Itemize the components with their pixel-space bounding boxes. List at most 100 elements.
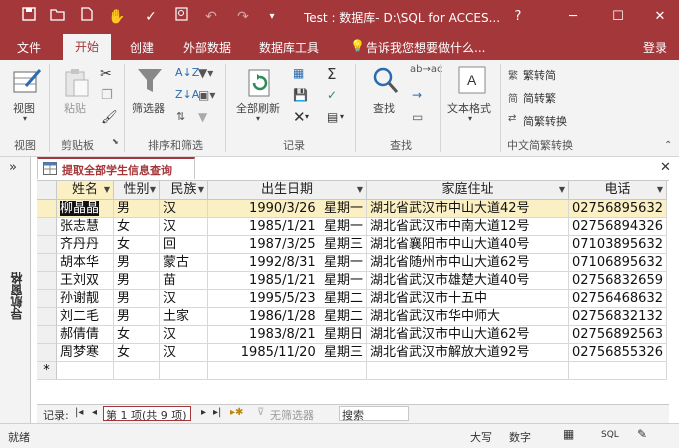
goto-icon[interactable]: → — [412, 88, 422, 102]
trad-to-simp-button[interactable]: 繁转简 — [523, 67, 556, 83]
customize-qat-icon[interactable]: ▾ — [262, 7, 282, 27]
table-cell[interactable]: 1985/11/20 星期三 — [208, 344, 367, 362]
table-cell[interactable]: 男 — [114, 290, 160, 308]
column-header-birthdate[interactable]: 出生日期 ▼ — [208, 181, 367, 200]
new-record-cell[interactable] — [208, 362, 367, 380]
navigation-pane[interactable]: » 导航窗格 — [0, 157, 31, 423]
column-header-gender[interactable]: 性别 ▼ — [114, 181, 160, 200]
table-cell[interactable]: 02756832659 — [569, 272, 667, 290]
sort-dropdown-icon[interactable]: ▼ — [150, 181, 156, 199]
select-all-corner[interactable] — [37, 181, 57, 200]
tell-me-box[interactable]: 告诉我您想要做什么... — [366, 39, 485, 56]
copy-icon[interactable]: ❐ — [101, 88, 113, 103]
table-cell[interactable]: 齐丹丹 — [57, 236, 114, 254]
magnifier-icon[interactable] — [372, 66, 400, 99]
sort-dropdown-icon[interactable]: ▼ — [104, 181, 110, 199]
table-cell[interactable]: 女 — [114, 344, 160, 362]
table-cell[interactable]: 1985/1/21 星期一 — [208, 218, 367, 236]
table-cell[interactable]: 湖北省武汉市雄楚大道40号 — [367, 272, 569, 290]
filter-button[interactable]: 筛选器 — [132, 100, 165, 116]
next-record-icon[interactable]: ▸ — [201, 407, 206, 418]
spelling-check-icon[interactable]: ✓ — [327, 88, 337, 102]
column-header-name[interactable]: 姓名 ▼ — [57, 181, 114, 200]
sql-view-button[interactable]: SQL — [601, 430, 619, 440]
active-cell-text[interactable]: 柳晶晶 — [60, 201, 100, 216]
table-cell[interactable]: 湖北省武汉市中南大道12号 — [367, 218, 569, 236]
cut-icon[interactable]: ✂ — [100, 66, 112, 82]
new-record-icon[interactable]: ▦ — [293, 66, 304, 80]
select-icon[interactable]: ▭ — [412, 110, 423, 124]
sort-dropdown-icon[interactable]: ▼ — [357, 181, 363, 199]
table-cell[interactable]: 男 — [114, 308, 160, 326]
table-cell[interactable]: 男 — [114, 254, 160, 272]
row-selector[interactable] — [37, 254, 57, 272]
help-button[interactable]: ? — [503, 6, 533, 28]
sort-dropdown-icon[interactable]: ▼ — [198, 181, 204, 199]
refresh-all-icon[interactable] — [246, 68, 274, 101]
table-cell[interactable]: 湖北省武汉市中山大道62号 — [367, 326, 569, 344]
simp-to-trad-button[interactable]: 简转繁 — [523, 90, 556, 106]
table-cell[interactable]: 周梦寒 — [57, 344, 114, 362]
table-cell[interactable]: 1990/3/26 星期一 — [208, 200, 367, 218]
table-cell[interactable]: 汉 — [160, 344, 208, 362]
sign-in-link[interactable]: 登录 — [643, 39, 667, 56]
selection-filter-icon[interactable]: ▼▾ — [198, 66, 213, 80]
tab-file[interactable]: 文件 — [17, 39, 41, 56]
table-cell[interactable]: 1992/8/31 星期一 — [208, 254, 367, 272]
row-selector[interactable] — [37, 236, 57, 254]
advanced-filter-icon[interactable]: ▣▾ — [198, 88, 215, 102]
table-cell[interactable]: 汉 — [160, 200, 208, 218]
table-cell[interactable]: 男 — [114, 200, 160, 218]
simp-trad-convert-button[interactable]: 简繁转换 — [523, 113, 567, 129]
table-cell[interactable]: 回 — [160, 236, 208, 254]
table-cell[interactable]: 1986/1/28 星期二 — [208, 308, 367, 326]
new-record-cell[interactable] — [160, 362, 208, 380]
table-cell[interactable]: 胡本华 — [57, 254, 114, 272]
save-record-icon[interactable]: 💾 — [293, 88, 308, 102]
row-selector[interactable] — [37, 290, 57, 308]
column-header-phone[interactable]: 电话 ▼ — [569, 181, 667, 200]
new-record-cell[interactable] — [57, 362, 114, 380]
table-cell[interactable]: 土家 — [160, 308, 208, 326]
table-cell[interactable]: 02756468632 — [569, 290, 667, 308]
close-button[interactable]: ✕ — [645, 6, 675, 28]
row-selector[interactable] — [37, 326, 57, 344]
table-cell[interactable]: 柳晶晶 — [57, 200, 114, 218]
column-header-address[interactable]: 家庭住址 ▼ — [367, 181, 569, 200]
table-cell[interactable]: 02756892563 — [569, 326, 667, 344]
spelling-icon[interactable]: ✓ — [140, 7, 162, 27]
view-icon[interactable] — [12, 66, 42, 99]
text-format-icon[interactable]: A — [458, 66, 486, 97]
sort-dropdown-icon[interactable]: ▼ — [559, 181, 565, 199]
replace-icon[interactable]: ab→ac — [410, 64, 442, 75]
table-cell[interactable]: 女 — [114, 236, 160, 254]
table-cell[interactable]: 02756832132 — [569, 308, 667, 326]
open-folder-icon[interactable] — [46, 7, 68, 27]
table-cell[interactable]: 刘二毛 — [57, 308, 114, 326]
new-record-cell[interactable] — [367, 362, 569, 380]
table-cell[interactable]: 汉 — [160, 326, 208, 344]
save-icon[interactable] — [18, 7, 40, 27]
remove-sort-icon[interactable]: ⇅ — [176, 110, 185, 123]
datasheet-view-icon[interactable]: ▦ — [563, 427, 574, 441]
more-records-icon[interactable]: ▤ — [327, 110, 338, 124]
table-cell[interactable]: 女 — [114, 218, 160, 236]
filter-icon[interactable] — [136, 66, 164, 99]
no-filter-indicator[interactable]: 无筛选器 — [270, 407, 314, 423]
row-selector[interactable] — [37, 308, 57, 326]
table-cell[interactable]: 02756855326 — [569, 344, 667, 362]
redo-icon[interactable]: ↷ — [232, 7, 254, 27]
table-cell[interactable]: 湖北省随州市中山大道62号 — [367, 254, 569, 272]
table-cell[interactable]: 孙谢靓 — [57, 290, 114, 308]
row-selector[interactable] — [37, 272, 57, 290]
tab-database-tools[interactable]: 数据库工具 — [259, 39, 319, 56]
datasheet[interactable]: 姓名 ▼ 性别 ▼ 民族 ▼ 出生日期 ▼ 家庭住址 ▼ 电话 ▼ 柳晶晶 男 汉 1990… — [37, 180, 669, 405]
more-dropdown-icon[interactable]: ▾ — [340, 112, 344, 121]
delete-record-icon[interactable]: ✕ — [293, 108, 306, 126]
text-format-dropdown-icon[interactable]: ▾ — [468, 114, 472, 123]
table-cell[interactable]: 蒙古 — [160, 254, 208, 272]
paste-button[interactable]: 粘贴 — [64, 100, 86, 116]
collapse-ribbon-icon[interactable]: ⌃ — [664, 140, 672, 151]
sort-descending-icon[interactable]: Z↓A — [175, 88, 199, 101]
paste-icon[interactable] — [64, 68, 90, 101]
